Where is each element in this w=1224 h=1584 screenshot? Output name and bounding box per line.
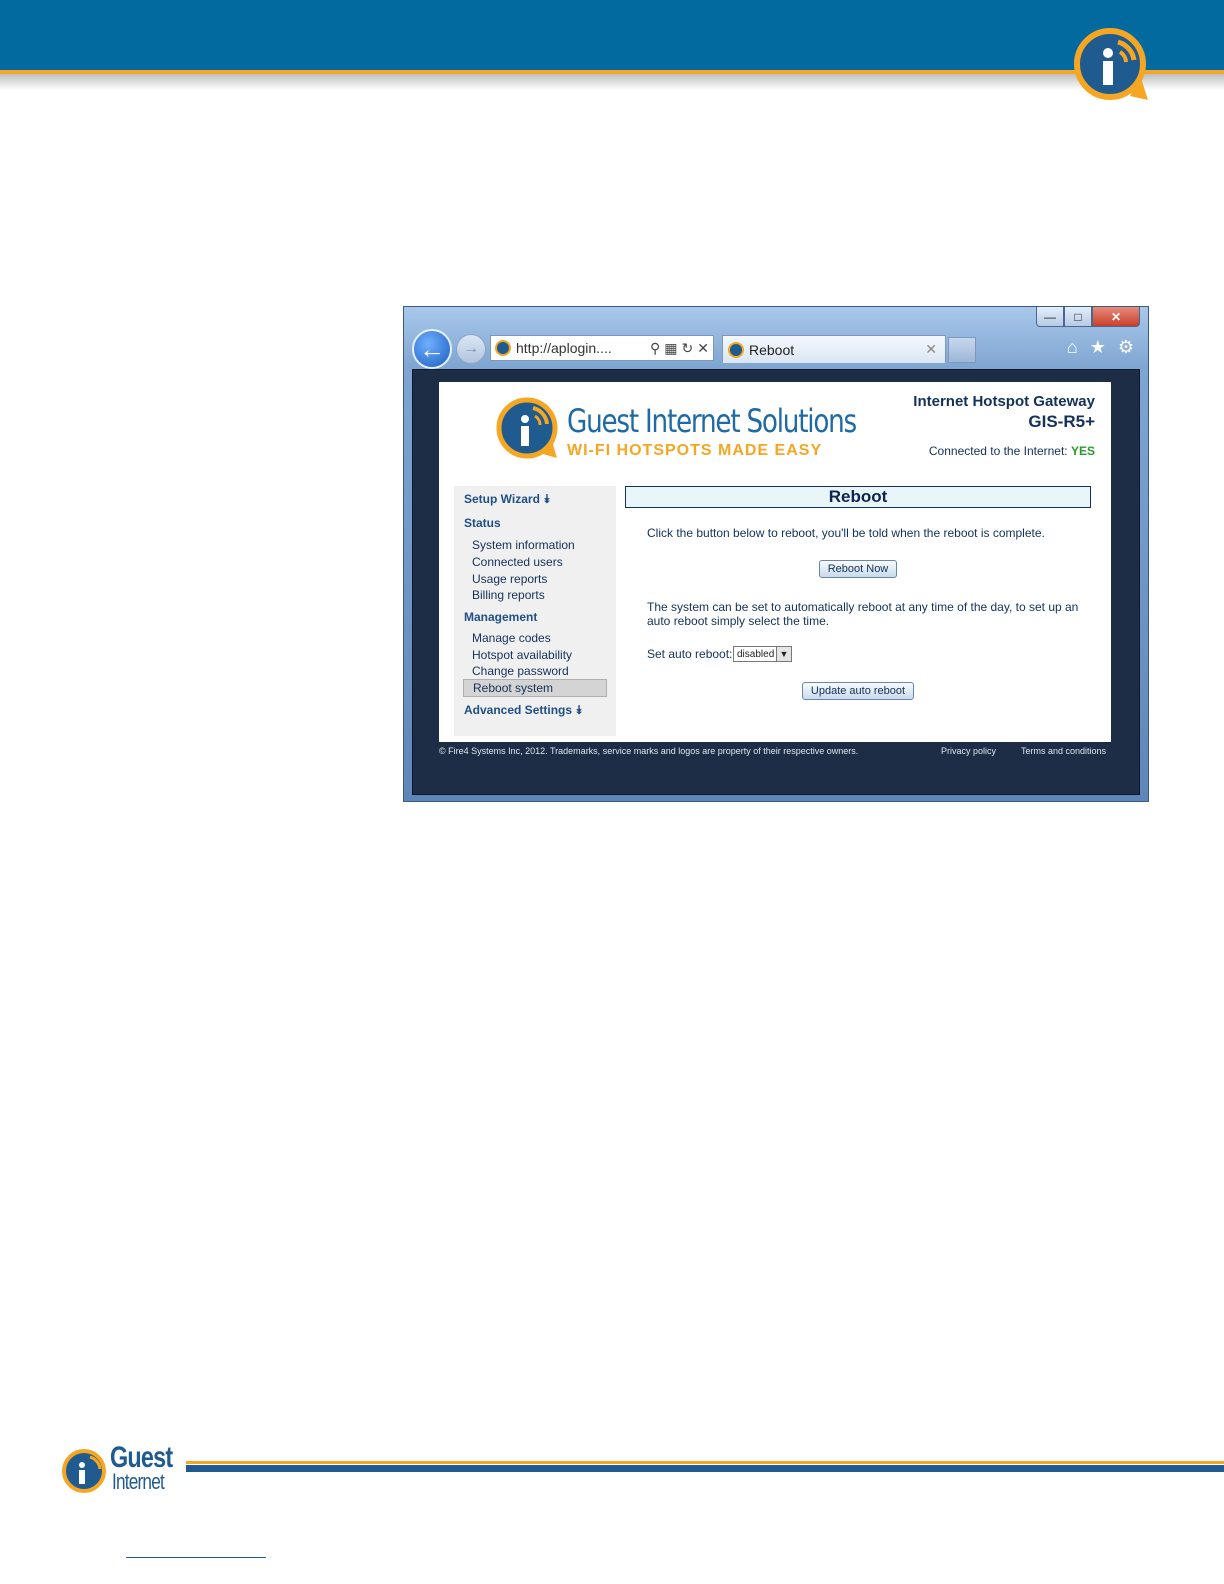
- refresh-icon[interactable]: ↻: [682, 340, 694, 357]
- new-tab-button[interactable]: [948, 337, 976, 363]
- copyright-text: © Fire4 Systems Inc, 2012. Trademarks, s…: [439, 746, 859, 756]
- close-button[interactable]: ✕: [1092, 307, 1140, 327]
- auto-reboot-select[interactable]: disabled ▼: [733, 646, 792, 662]
- privacy-policy-link[interactable]: Privacy policy: [941, 746, 996, 756]
- gis-logo-icon: [496, 397, 558, 459]
- document-header-band: [0, 0, 1224, 70]
- auto-reboot-value: disabled: [737, 648, 775, 660]
- chevron-down-icon[interactable]: ▼: [776, 647, 791, 661]
- brand-tagline: WI-FI HOTSPOTS MADE EASY: [567, 442, 823, 459]
- connection-value: YES: [1070, 444, 1095, 458]
- sidebar-status-heading[interactable]: Status: [464, 516, 501, 530]
- tab-reboot[interactable]: Reboot ✕: [722, 335, 946, 363]
- reboot-instruction: Click the button below to reboot, you'll…: [647, 526, 1045, 540]
- address-bar[interactable]: http://aplogin.... ⚲ ▦ ↻ ✕: [490, 335, 714, 361]
- product-heading: Internet Hotspot Gateway GIS-R5+: [913, 393, 1095, 432]
- browser-toolbar: ⌂ ★ ⚙: [1067, 337, 1134, 358]
- sidebar-item-connected-users[interactable]: Connected users: [472, 555, 563, 569]
- tab-title: Reboot: [749, 341, 795, 358]
- footer-link-underline[interactable]: [126, 1557, 266, 1558]
- settings-gear-icon[interactable]: ⚙: [1118, 337, 1134, 358]
- sidebar-advanced-settings[interactable]: Advanced Settings ⯯: [464, 703, 583, 718]
- compat-view-icon[interactable]: ▦: [664, 340, 677, 357]
- auto-reboot-label: Set auto reboot:: [647, 647, 733, 661]
- footer-logo: Guest Internet: [60, 1441, 180, 1501]
- admin-page: Guest Internet Solutions WI-FI HOTSPOTS …: [439, 382, 1111, 742]
- search-icon[interactable]: ⚲: [650, 340, 660, 357]
- header-shadow: [0, 74, 1224, 90]
- gis-corner-logo-icon: [1074, 28, 1148, 100]
- favorites-star-icon[interactable]: ★: [1090, 337, 1106, 358]
- sidebar-item-hotspot-availability[interactable]: Hotspot availability: [472, 648, 572, 662]
- sidebar-item-system-information[interactable]: System information: [472, 538, 575, 552]
- stop-icon[interactable]: ✕: [697, 340, 709, 357]
- auto-reboot-description: The system can be set to automatically r…: [647, 600, 1079, 628]
- browser-window: — □ ✕ ← → http://aplogin.... ⚲ ▦ ↻ ✕ Reb…: [403, 306, 1149, 802]
- window-controls: — □ ✕: [1036, 307, 1140, 329]
- sidebar: Setup Wizard ⯯ Status System information…: [454, 486, 616, 736]
- maximize-button[interactable]: □: [1064, 307, 1092, 327]
- sidebar-item-change-password[interactable]: Change password: [472, 664, 569, 678]
- update-auto-reboot-button[interactable]: Update auto reboot: [802, 682, 914, 700]
- back-arrow-icon[interactable]: ←: [412, 329, 452, 369]
- footer-logo-line2: Internet: [112, 1469, 165, 1494]
- sidebar-item-usage-reports[interactable]: Usage reports: [472, 572, 547, 586]
- connection-status: Connected to the Internet: YES: [929, 444, 1095, 458]
- address-url[interactable]: http://aplogin....: [516, 340, 650, 356]
- terms-link[interactable]: Terms and conditions: [1021, 746, 1106, 756]
- brand-name: Guest Internet Solutions: [567, 402, 857, 440]
- footer-rule: [186, 1465, 1224, 1472]
- site-favicon-icon: [495, 340, 511, 356]
- minimize-button[interactable]: —: [1036, 307, 1064, 327]
- footer-accent-line: [186, 1461, 1224, 1464]
- connection-label: Connected to the Internet:: [928, 444, 1068, 458]
- sidebar-item-billing-reports[interactable]: Billing reports: [472, 588, 545, 602]
- sidebar-setup-wizard[interactable]: Setup Wizard ⯯: [464, 492, 550, 507]
- sidebar-management-heading[interactable]: Management: [464, 610, 537, 624]
- forward-arrow-icon[interactable]: →: [456, 334, 486, 364]
- home-icon[interactable]: ⌂: [1067, 337, 1078, 358]
- browser-viewport: Guest Internet Solutions WI-FI HOTSPOTS …: [412, 369, 1140, 795]
- reboot-now-button[interactable]: Reboot Now: [819, 560, 897, 578]
- page-title: Reboot: [625, 486, 1091, 508]
- sidebar-item-reboot-system[interactable]: Reboot system: [463, 679, 607, 697]
- guest-internet-logo-icon: [62, 1449, 106, 1493]
- product-line-1: Internet Hotspot Gateway: [913, 393, 1095, 410]
- product-model: GIS-R5+: [1028, 412, 1095, 431]
- close-tab-icon[interactable]: ✕: [925, 341, 937, 358]
- tab-favicon-icon: [728, 341, 744, 358]
- sidebar-item-manage-codes[interactable]: Manage codes: [472, 631, 551, 645]
